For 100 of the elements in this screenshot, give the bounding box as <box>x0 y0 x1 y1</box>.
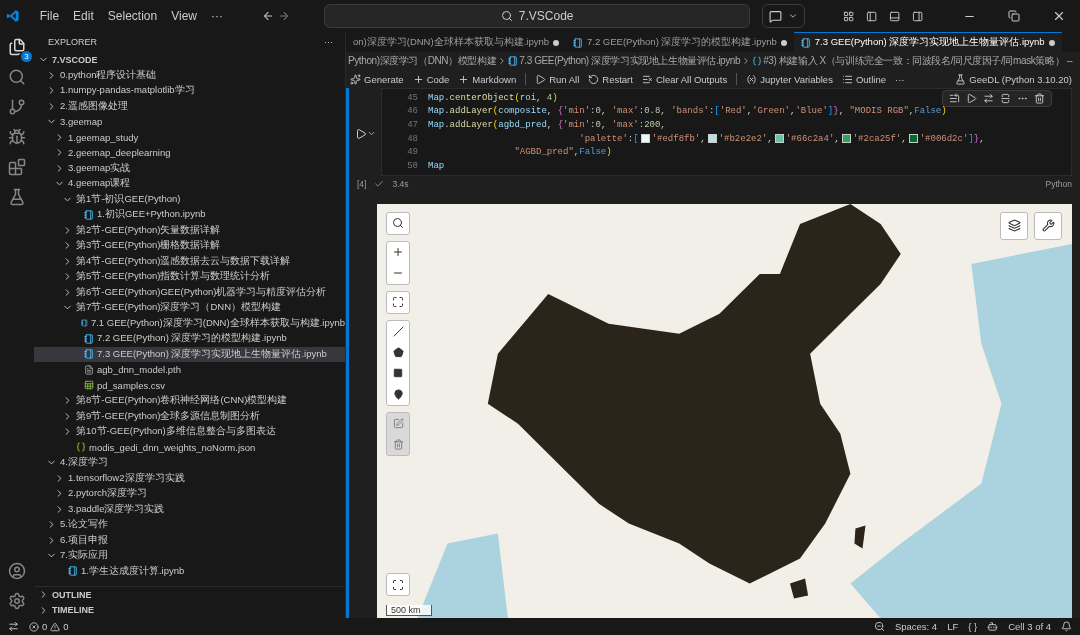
basemap-button[interactable] <box>386 573 410 596</box>
toolbar-button[interactable]: Restart <box>588 73 633 85</box>
tree-item[interactable]: 第5节-GEE(Python)指数计算与数理统计分析 <box>34 269 345 285</box>
toolbar-button[interactable]: Outline <box>841 73 886 85</box>
tree-item[interactable]: 第10节-GEE(Python)多维信息整合与多图表达 <box>34 424 345 440</box>
restore-icon[interactable] <box>1008 10 1020 22</box>
tree-item[interactable]: 1.geemap_study <box>34 129 345 145</box>
more-button[interactable]: ··· <box>324 37 333 47</box>
layout-icon[interactable] <box>842 9 854 23</box>
tree-item[interactable]: 第3节-GEE(Python)栅格数据详解 <box>34 238 345 254</box>
tree-item[interactable]: 第6节-GEE(Python)GEE(Python)机器学习与精度评估分析 <box>34 284 345 300</box>
tree-item[interactable]: 7.3 GEE(Python) 深度学习实现地上生物量评估.ipynb <box>34 346 345 362</box>
more-menu[interactable]: ··· <box>205 9 228 23</box>
tree-item[interactable]: 1.学生达成度计算.ipynb <box>34 563 345 579</box>
back-arrow-icon[interactable] <box>261 9 275 23</box>
tree-item[interactable]: 1.tensorflow2深度学习实践 <box>34 470 345 486</box>
section-header[interactable]: OUTLINE <box>34 586 345 603</box>
tree-item[interactable]: 第4节-GEE(Python)遥感数据去云与数据下载详解 <box>34 253 345 269</box>
remote-icon[interactable] <box>8 621 19 632</box>
code-token: "MODIS RGB" <box>849 106 909 117</box>
bug-icon[interactable] <box>8 128 26 146</box>
toolbar-button[interactable]: Code <box>412 73 450 85</box>
tree-item[interactable]: 4.geemap课程 <box>34 176 345 192</box>
island <box>854 525 866 549</box>
tree-item[interactable]: 6.项目申报 <box>34 532 345 548</box>
tree-item[interactable]: 3.paddle深度学习实践 <box>34 501 345 517</box>
more-button[interactable]: ··· <box>895 73 905 85</box>
tree-item[interactable]: 2.geemap_deeplearning <box>34 145 345 161</box>
panel-bottom-icon[interactable] <box>889 9 901 23</box>
chat-button[interactable] <box>762 4 806 28</box>
breadcrumb-item[interactable]: #3) 构建输入 X（与训练完全一致：同波段名/同尺度因子/同mask策略） -- <box>763 54 1073 68</box>
tree-item[interactable]: 7.1 GEE(Python)深度学习(DNN)全球样本获取与构建.ipynb <box>34 315 345 331</box>
tree-item[interactable]: 第1节-初识GEE(Python) <box>34 191 345 207</box>
tree-item[interactable]: 第9节-GEE(Python)全球多源信息制图分析 <box>34 408 345 424</box>
account-icon[interactable] <box>8 562 26 580</box>
branch-icon[interactable] <box>8 98 26 116</box>
breadcrumb-item[interactable]: Python)深度学习（DNN）模型构建 <box>348 54 497 68</box>
code-token: } <box>833 106 839 117</box>
delete-icon[interactable] <box>1034 93 1045 104</box>
toolbar-button[interactable]: Run All <box>535 73 580 85</box>
explorer-icon[interactable] <box>8 38 26 56</box>
tree-item[interactable]: 7.2 GEE(Python) 深度学习的模型构建.ipynb <box>34 331 345 347</box>
close-icon[interactable] <box>1052 9 1066 23</box>
toolbar-button[interactable]: Markdown <box>458 73 517 85</box>
editor-tab[interactable]: 7.3 GEE(Python) 深度学习实现地上生物量评估.ipynb <box>793 32 1062 52</box>
tree-root[interactable]: 7.VSCODE <box>34 52 345 68</box>
copilot-icon[interactable] <box>987 621 999 632</box>
tree-item[interactable]: 第2节-GEE(Python)矢量数据详解 <box>34 222 345 238</box>
zoom-out-icon[interactable] <box>873 621 885 632</box>
search-field[interactable]: 7.VSCode <box>324 4 751 28</box>
language-status[interactable]: { } <box>968 621 978 632</box>
menu-item[interactable]: Edit <box>68 9 99 23</box>
menu-item[interactable]: Selection <box>102 9 163 23</box>
tree-item[interactable]: 第7节-GEE(Python)深度学习（DNN）模型构建 <box>34 300 345 316</box>
tree-item[interactable]: 4.深度学习 <box>34 455 345 471</box>
tree-item[interactable]: agb_dnn_model.pth <box>34 362 345 378</box>
tree-item[interactable]: modis_gedi_dnn_weights_noNorm.json <box>34 439 345 455</box>
tree-item[interactable]: 1.numpy-pandas-matplotlib学习 <box>34 83 345 99</box>
tree-item[interactable]: 5.论文写作 <box>34 517 345 533</box>
run-below-icon[interactable] <box>983 93 994 104</box>
blocks-icon[interactable] <box>8 158 26 176</box>
toolbar-button[interactable]: Jupyter Variables <box>746 73 833 85</box>
search-icon[interactable] <box>8 68 26 86</box>
tree-item[interactable]: pd_samples.csv <box>34 377 345 393</box>
tree-item[interactable]: 2.pytorch深度学习 <box>34 486 345 502</box>
code-token: . <box>444 92 450 103</box>
menu-item[interactable]: File <box>34 9 65 23</box>
tree-item[interactable]: 2.遥感图像处理 <box>34 98 345 114</box>
flask-icon[interactable] <box>8 188 26 206</box>
line-ending-status[interactable]: LF <box>947 621 959 632</box>
split-cell-icon[interactable] <box>1000 93 1011 104</box>
notification-bell-icon[interactable] <box>1061 621 1072 632</box>
run-cursor-icon[interactable] <box>966 93 977 104</box>
problems-button[interactable]: 0 0 <box>29 621 69 632</box>
tree-item[interactable]: 第8节-GEE(Python)卷积神经网络(CNN)模型构建 <box>34 393 345 409</box>
code-editor[interactable] <box>381 88 1072 176</box>
breadcrumb-item[interactable]: 7.3 GEE(Python) 深度学习实现地上生物量评估.ipynb <box>519 54 741 68</box>
forward-arrow-icon[interactable] <box>278 9 291 23</box>
tree-item[interactable]: 3.geemap实战 <box>34 160 345 176</box>
settings-icon[interactable] <box>8 592 26 610</box>
tree-item[interactable]: 1.初识GEE+Python.ipynb <box>34 207 345 223</box>
toolbar-button[interactable]: Clear All Outputs <box>641 73 728 85</box>
code-token: . <box>444 106 450 117</box>
cell-language[interactable]: Python <box>1045 178 1072 189</box>
menu-item[interactable]: View <box>166 9 202 23</box>
kernel-button[interactable]: GeeDL (Python 3.10.20) <box>955 73 1072 85</box>
code-token: { <box>557 106 564 117</box>
section-header[interactable]: TIMELINE <box>34 602 345 618</box>
tree-item[interactable]: 7.实际应用 <box>34 548 345 564</box>
panel-right-icon[interactable] <box>912 9 924 23</box>
panel-left-icon[interactable] <box>865 9 878 23</box>
indentation-status[interactable]: Spaces: 4 <box>894 621 938 632</box>
tree-item[interactable]: 0.python程序设计基础 <box>34 67 345 83</box>
notebook-icon <box>800 37 811 48</box>
tree-item[interactable]: 3.geemap <box>34 114 345 130</box>
notebook-icon <box>508 56 519 66</box>
cell-status[interactable]: Cell 3 of 4 <box>1008 621 1051 632</box>
code-token: , <box>790 106 796 117</box>
toolbar-button[interactable]: Generate <box>350 73 404 85</box>
run-above-icon[interactable] <box>949 93 960 104</box>
